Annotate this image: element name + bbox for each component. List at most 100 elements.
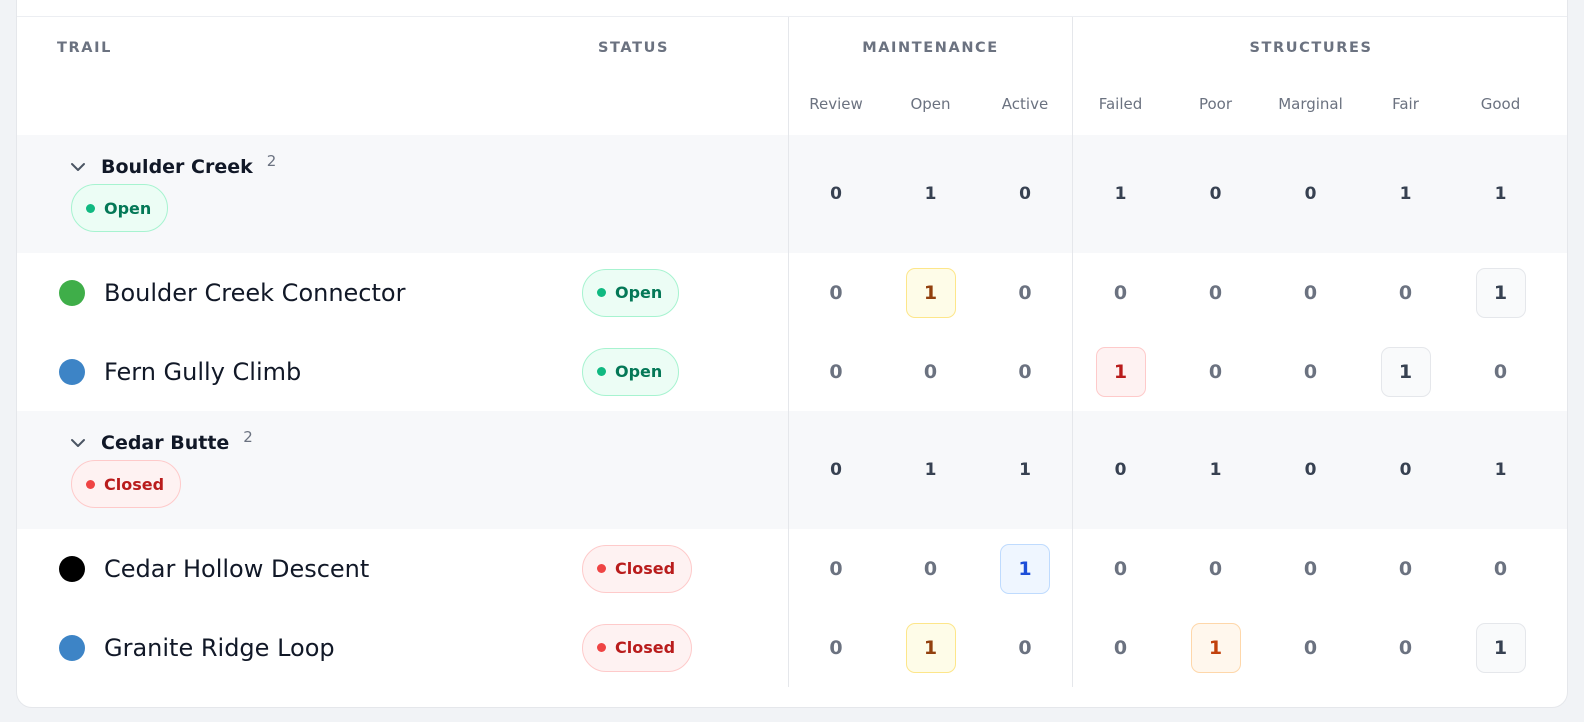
group-total: 0 xyxy=(1304,460,1317,480)
group-total-cell: 1 xyxy=(1168,411,1263,529)
count-cell: 0 xyxy=(1168,253,1263,332)
count-badge[interactable]: 1 xyxy=(905,622,956,673)
group-name: Boulder Creek xyxy=(101,156,253,178)
status-cell: Open xyxy=(572,347,788,396)
count-badge[interactable]: 1 xyxy=(1380,346,1431,397)
group-row[interactable]: Cedar Butte 2 Closed 0 1 1 0 1 0 0 1 xyxy=(17,411,1567,529)
group-total: 1 xyxy=(924,460,937,480)
count-cell: 0 xyxy=(1453,529,1548,608)
count-value: 0 xyxy=(1113,557,1128,580)
count-cell: 0 xyxy=(1073,608,1168,687)
trail-table: TRAIL STATUS MAINTENANCE STRUCTURES Revi… xyxy=(17,17,1567,687)
count-value: 0 xyxy=(923,360,938,383)
status-label: Open xyxy=(104,198,152,218)
count-value: 0 xyxy=(1113,636,1128,659)
count-cell: 0 xyxy=(1358,529,1453,608)
count-cell: 0 xyxy=(1073,529,1168,608)
group-total-cell: 1 xyxy=(883,411,978,529)
count-value: 0 xyxy=(1208,281,1223,304)
count-value: 0 xyxy=(829,360,843,383)
count-value: 0 xyxy=(829,636,843,659)
header-status[interactable]: STATUS xyxy=(572,40,788,56)
header-poor[interactable]: Poor xyxy=(1168,79,1263,135)
status-label: Closed xyxy=(615,638,676,657)
trail-color-dot-icon xyxy=(59,555,85,582)
group-title: Cedar Butte 2 xyxy=(69,428,253,454)
trail-name[interactable]: Boulder Creek Connector xyxy=(104,279,405,307)
status-cell: Open xyxy=(572,268,788,317)
count-cell: 1 xyxy=(883,608,978,687)
header-maintenance: MAINTENANCE xyxy=(788,17,1073,79)
count-cell: 1 xyxy=(1168,608,1263,687)
group-total: 1 xyxy=(1209,460,1222,480)
count-cell: 1 xyxy=(1453,608,1548,687)
count-value: 0 xyxy=(1303,636,1318,659)
count-value: 0 xyxy=(1398,557,1413,580)
group-total-cell: 0 xyxy=(1263,411,1358,529)
status-label: Open xyxy=(615,362,663,381)
status-label: Closed xyxy=(615,559,676,578)
group-total: 1 xyxy=(1399,184,1412,204)
status-cell: Closed xyxy=(572,544,788,593)
count-cell: 0 xyxy=(788,332,883,411)
count-cell: 0 xyxy=(1453,332,1548,411)
trail-name[interactable]: Granite Ridge Loop xyxy=(104,634,335,662)
header-failed[interactable]: Failed xyxy=(1073,79,1168,135)
header-open[interactable]: Open xyxy=(883,79,978,135)
table-row[interactable]: Boulder Creek Connector Open 0 1 0 0 0 0 0 1 xyxy=(17,253,1567,332)
trail-cell: Cedar Hollow Descent xyxy=(17,555,572,583)
group-total-cell: 0 xyxy=(788,411,883,529)
group-total: 0 xyxy=(1399,460,1412,480)
trail-color-dot-icon xyxy=(59,279,85,306)
header-marginal[interactable]: Marginal xyxy=(1263,79,1358,135)
count-badge[interactable]: 1 xyxy=(1475,267,1526,318)
group-row[interactable]: Boulder Creek 2 Open 0 1 0 1 0 0 1 1 xyxy=(17,135,1567,253)
count-cell: 0 xyxy=(1073,253,1168,332)
count-value: 0 xyxy=(1303,281,1318,304)
table-row[interactable]: Granite Ridge Loop Closed 0 1 0 0 1 0 0 1 xyxy=(17,608,1567,687)
group-total-cell: 0 xyxy=(978,135,1073,253)
count-badge[interactable]: 1 xyxy=(1475,622,1526,673)
table-row[interactable]: Cedar Hollow Descent Closed 0 0 1 0 0 0 0 0 xyxy=(17,529,1567,608)
status-badge: Open xyxy=(582,347,680,396)
trail-color-dot-icon xyxy=(59,634,85,661)
count-value: 0 xyxy=(1493,360,1508,383)
group-total: 1 xyxy=(924,184,937,204)
count-badge[interactable]: 1 xyxy=(1000,543,1050,594)
header-review[interactable]: Review xyxy=(788,79,883,135)
count-value: 0 xyxy=(1398,636,1413,659)
count-cell: 1 xyxy=(883,253,978,332)
table-body: Boulder Creek 2 Open 0 1 0 1 0 0 1 1 Boulder Creek … xyxy=(17,135,1567,687)
group-total-cell: 1 xyxy=(1358,135,1453,253)
count-cell: 0 xyxy=(1358,608,1453,687)
count-badge[interactable]: 1 xyxy=(1190,622,1241,673)
trail-name[interactable]: Cedar Hollow Descent xyxy=(104,555,369,583)
count-badge[interactable]: 1 xyxy=(1095,346,1146,397)
status-dot-icon xyxy=(597,288,606,297)
header-active[interactable]: Active xyxy=(978,79,1073,135)
trail-name[interactable]: Fern Gully Climb xyxy=(104,358,301,386)
count-badge[interactable]: 1 xyxy=(905,267,956,318)
count-value: 0 xyxy=(1018,360,1032,383)
count-value: 0 xyxy=(1303,360,1318,383)
group-total-cell: 0 xyxy=(1358,411,1453,529)
group-total-cell: 0 xyxy=(1263,135,1358,253)
group-total-cell: 1 xyxy=(883,135,978,253)
status-badge: Closed xyxy=(71,460,182,508)
status-dot-icon xyxy=(86,203,95,213)
chevron-down-icon[interactable] xyxy=(69,434,87,452)
group-total: 1 xyxy=(1114,184,1127,204)
table-row[interactable]: Fern Gully Climb Open 0 0 0 1 0 0 1 0 xyxy=(17,332,1567,411)
group-name: Cedar Butte xyxy=(101,432,230,454)
header-fair[interactable]: Fair xyxy=(1358,79,1453,135)
chevron-down-icon[interactable] xyxy=(69,158,87,176)
status-cell: Closed xyxy=(572,623,788,672)
status-badge: Open xyxy=(71,184,169,232)
count-cell: 1 xyxy=(1453,253,1548,332)
count-value: 0 xyxy=(923,557,938,580)
header-good[interactable]: Good xyxy=(1453,79,1548,135)
header-trail[interactable]: TRAIL xyxy=(17,40,572,56)
count-cell: 0 xyxy=(978,332,1073,411)
status-badge: Closed xyxy=(582,544,693,593)
group-total: 1 xyxy=(1494,184,1507,204)
